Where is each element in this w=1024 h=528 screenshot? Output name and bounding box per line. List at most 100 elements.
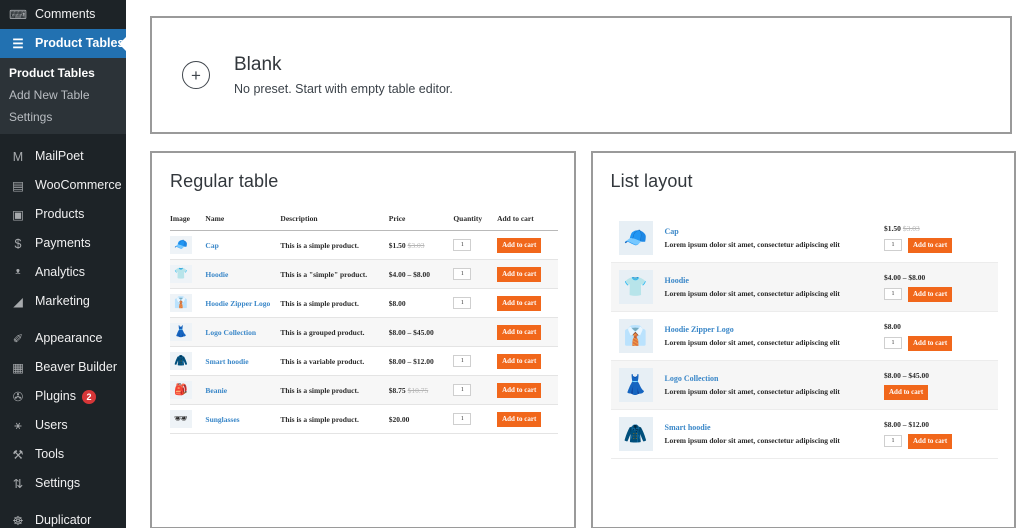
list-item-info: Hoodie Zipper LogoLorem ipsum dolor sit …	[665, 325, 885, 347]
blank-preset-card[interactable]: + Blank No preset. Start with empty tabl…	[150, 16, 1012, 134]
add-to-cart-button[interactable]: Add to cart	[497, 296, 541, 311]
add-to-cart-cell: Add to cart	[497, 260, 557, 289]
quantity-input[interactable]: 1	[884, 239, 902, 251]
product-price-cell: $8.00	[389, 289, 454, 318]
list-item-info: Logo CollectionLorem ipsum dolor sit ame…	[665, 374, 885, 396]
product-name-link[interactable]: Smart hoodie	[665, 423, 885, 432]
list-item-actions: $8.00 – $45.00Add to cart	[884, 371, 990, 400]
sidebar-item-label: Beaver Builder	[35, 361, 117, 374]
add-to-cart-button[interactable]: Add to cart	[884, 385, 928, 400]
product-tables-icon: ☰	[9, 35, 27, 53]
add-to-cart-button[interactable]: Add to cart	[908, 238, 952, 253]
price-current: $1.50	[389, 241, 406, 250]
quantity-input[interactable]: 1	[453, 384, 471, 396]
product-description-cell: This is a "simple" product.	[280, 260, 388, 289]
quantity-input[interactable]: 1	[453, 355, 471, 367]
product-name-link[interactable]: Hoodie Zipper Logo	[665, 325, 885, 334]
product-name-link[interactable]: Beanie	[205, 386, 227, 395]
table-row: 👕HoodieThis is a "simple" product.$4.00 …	[170, 260, 558, 289]
comments-icon: ⌨	[9, 6, 27, 24]
sidebar-item-marketing[interactable]: ◢Marketing	[0, 287, 126, 316]
admin-sidebar: ⌨Comments☰Product Tables Product TablesA…	[0, 0, 126, 528]
sidebar-item-comments[interactable]: ⌨Comments	[0, 0, 126, 29]
add-to-cart-button[interactable]: Add to cart	[497, 354, 541, 369]
product-name-cell: Hoodie	[205, 260, 280, 289]
quantity-cell: 1	[453, 231, 497, 260]
sidebar-item-analytics[interactable]: ᵜAnalytics	[0, 258, 126, 287]
price-original: $3.03	[408, 241, 425, 250]
product-name-link[interactable]: Hoodie Zipper Logo	[205, 299, 270, 308]
quantity-input[interactable]: 1	[453, 413, 471, 425]
cart-controls: Add to cart	[884, 385, 990, 400]
product-thumbnail-cell: 👗	[170, 318, 205, 347]
add-to-cart-cell: Add to cart	[497, 405, 557, 434]
quantity-input[interactable]: 1	[884, 337, 902, 349]
quantity-input[interactable]: 1	[453, 268, 471, 280]
column-header-price: Price	[389, 214, 454, 231]
payments-icon: $	[9, 235, 27, 253]
product-description-cell: This is a variable product.	[280, 347, 388, 376]
sidebar-item-tools[interactable]: ⚒Tools	[0, 440, 126, 469]
product-name-link[interactable]: Cap	[665, 227, 885, 236]
product-image-icon: 🧥	[170, 352, 192, 370]
product-thumbnail-cell: 🕶	[170, 405, 205, 434]
sidebar-item-settings[interactable]: ⇅Settings	[0, 469, 126, 498]
products-table-body: 🧢CapThis is a simple product.$1.50$3.031…	[170, 231, 558, 434]
price-current: $8.00	[389, 299, 406, 308]
product-price-cell: $8.00 – $12.00	[389, 347, 454, 376]
add-to-cart-button[interactable]: Add to cart	[497, 238, 541, 253]
product-description-cell: This is a simple product.	[280, 289, 388, 318]
product-name-link[interactable]: Logo Collection	[205, 328, 256, 337]
submenu-item-product-tables[interactable]: Product Tables	[0, 62, 126, 84]
sidebar-item-label: Payments	[35, 237, 91, 250]
add-to-cart-button[interactable]: Add to cart	[908, 287, 952, 302]
list-layout-body: 🧢CapLorem ipsum dolor sit amet, consecte…	[611, 214, 999, 459]
sidebar-item-label: Users	[35, 419, 68, 432]
product-name-link[interactable]: Hoodie	[665, 276, 885, 285]
add-to-cart-button[interactable]: Add to cart	[497, 412, 541, 427]
list-item: 🧥Smart hoodieLorem ipsum dolor sit amet,…	[611, 410, 999, 459]
quantity-input[interactable]: 1	[453, 297, 471, 309]
sidebar-item-product-tables[interactable]: ☰Product Tables	[0, 29, 126, 58]
add-to-cart-cell: Add to cart	[497, 318, 557, 347]
sidebar-item-plugins[interactable]: ✇Plugins2	[0, 382, 126, 411]
sidebar-item-label: MailPoet	[35, 150, 84, 163]
products-table: ImageNameDescriptionPriceQuantityAdd to …	[170, 214, 558, 434]
price-current: $4.00 – $8.00	[884, 273, 925, 282]
list-layout-card: List layout 🧢CapLorem ipsum dolor sit am…	[591, 151, 1017, 528]
price-current: $20.00	[389, 415, 410, 424]
add-to-cart-button[interactable]: Add to cart	[908, 434, 952, 449]
sidebar-item-woocommerce[interactable]: ▤WooCommerce	[0, 171, 126, 200]
product-price: $1.50$3.03	[884, 224, 990, 233]
add-to-cart-button[interactable]: Add to cart	[497, 383, 541, 398]
sidebar-item-payments[interactable]: $ Payments	[0, 229, 126, 258]
add-to-cart-button[interactable]: Add to cart	[908, 336, 952, 351]
add-to-cart-button[interactable]: Add to cart	[497, 267, 541, 282]
submenu-item-add-new-table[interactable]: Add New Table	[0, 84, 126, 106]
product-price-cell: $8.75$10.75	[389, 376, 454, 405]
sidebar-item-users[interactable]: ⚹Users	[0, 411, 126, 440]
submenu-item-settings[interactable]: Settings	[0, 106, 126, 128]
quantity-input[interactable]: 1	[884, 288, 902, 300]
sidebar-item-products[interactable]: ▣Products	[0, 200, 126, 229]
sidebar-item-mailpoet[interactable]: MMailPoet	[0, 142, 126, 171]
product-image-icon: 👕	[619, 270, 653, 304]
appearance-brush-icon: ✐	[9, 330, 27, 348]
product-name-link[interactable]: Logo Collection	[665, 374, 885, 383]
quantity-input[interactable]: 1	[884, 435, 902, 447]
product-name-link[interactable]: Smart hoodie	[205, 357, 248, 366]
product-name-link[interactable]: Hoodie	[205, 270, 228, 279]
analytics-icon: ᵜ	[9, 264, 27, 282]
quantity-input[interactable]: 1	[453, 239, 471, 251]
product-name-link[interactable]: Sunglasses	[205, 415, 239, 424]
product-name-link[interactable]: Cap	[205, 241, 218, 250]
sidebar-item-appearance[interactable]: ✐Appearance	[0, 324, 126, 353]
price-current: $8.00	[884, 322, 901, 331]
add-to-cart-cell: Add to cart	[497, 347, 557, 376]
add-to-cart-button[interactable]: Add to cart	[497, 325, 541, 340]
plugins-update-badge: 2	[82, 390, 96, 404]
sidebar-item-beaver-builder[interactable]: ▦Beaver Builder	[0, 353, 126, 382]
sidebar-item-duplicator[interactable]: ☸Duplicator	[0, 506, 126, 528]
price-current: $1.50	[884, 224, 901, 233]
product-thumbnail-cell: 👕	[170, 260, 205, 289]
